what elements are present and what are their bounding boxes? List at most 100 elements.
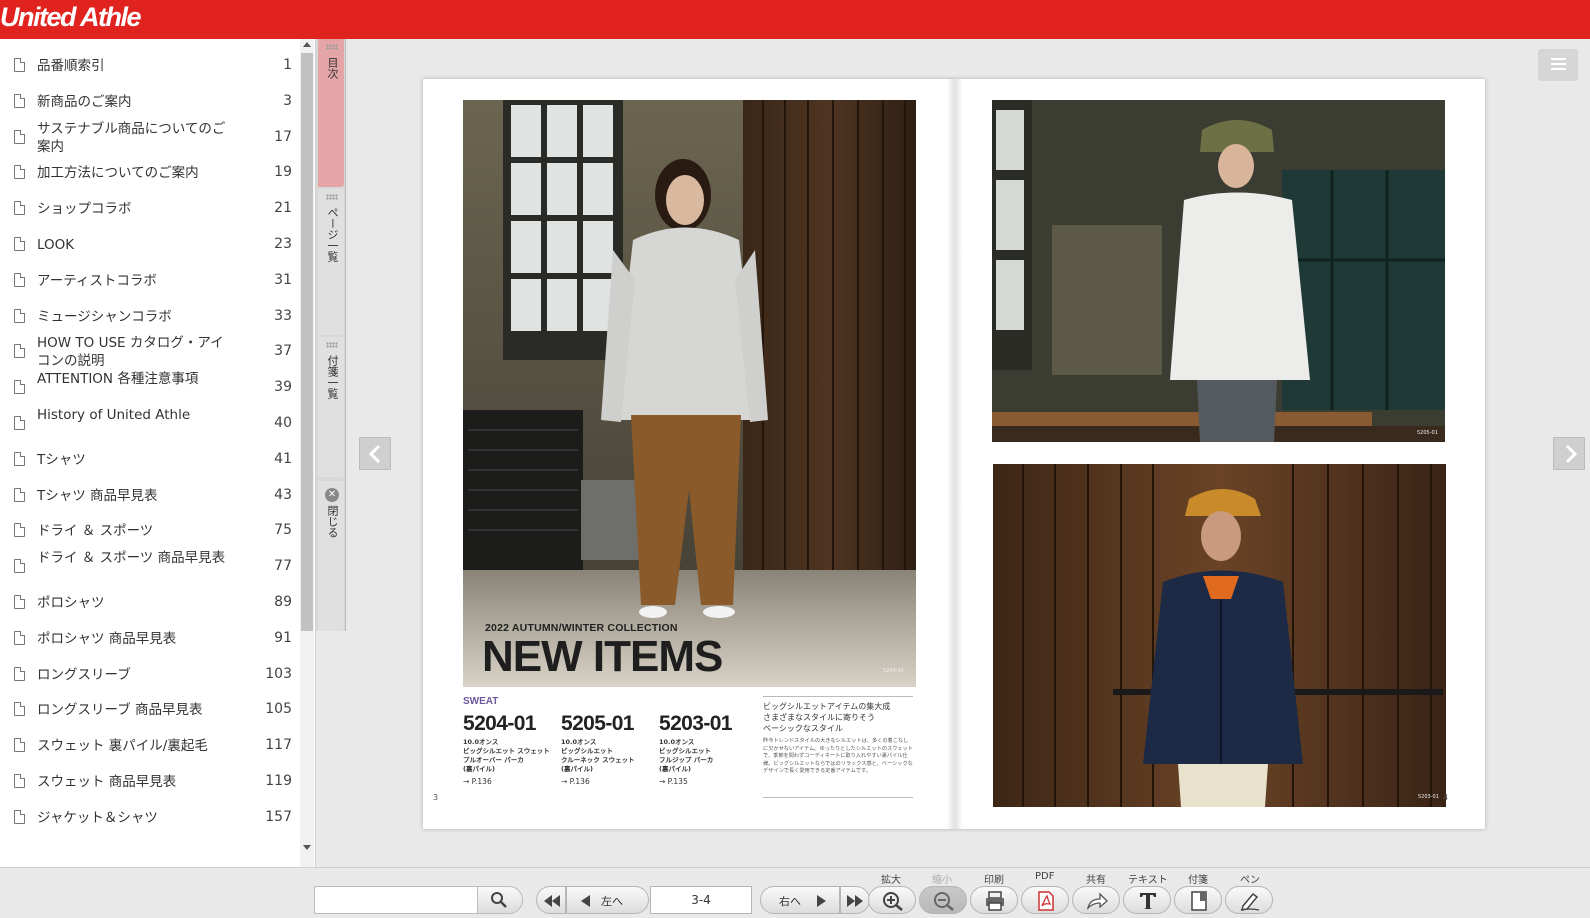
search-icon bbox=[491, 892, 507, 908]
toc-item[interactable]: ロングスリーブ 103 bbox=[0, 658, 300, 694]
toc-item-label: ロングスリーブ bbox=[37, 666, 131, 683]
scroll-up-icon[interactable] bbox=[303, 42, 311, 47]
zoom-out-label: 縮小 bbox=[932, 875, 952, 886]
toc-scrollbar[interactable] bbox=[300, 39, 314, 867]
scroll-thumb[interactable] bbox=[301, 53, 313, 631]
copy-box: ビッグシルエットアイテムの集大成 さまざまなスタイルに寄りそう ベーシックなスタ… bbox=[763, 696, 913, 798]
toc-item[interactable]: ロングスリーブ 商品早見表 105 bbox=[0, 693, 300, 729]
page-gutter bbox=[947, 79, 963, 829]
page-spread[interactable]: 2022 AUTUMN/WINTER COLLECTION NEW ITEMS … bbox=[423, 79, 1485, 829]
toc-item-label: ポロシャツ 商品早見表 bbox=[37, 630, 177, 647]
scroll-down-icon[interactable] bbox=[303, 845, 311, 850]
toc-item[interactable]: ドライ ＆ スポーツ 商品早見表 77 bbox=[0, 550, 300, 586]
product-page-ref[interactable]: → P.136 bbox=[561, 777, 659, 786]
share-arrow-icon bbox=[1086, 892, 1108, 911]
brand-logo[interactable]: United Athle bbox=[0, 2, 142, 33]
toc-item[interactable]: ポロシャツ 商品早見表 91 bbox=[0, 622, 300, 658]
document-icon bbox=[14, 308, 25, 323]
product-code: 5205-01 bbox=[561, 712, 634, 735]
search-input[interactable] bbox=[314, 886, 478, 914]
text-button[interactable] bbox=[1123, 886, 1171, 914]
toc-item[interactable]: ドライ ＆ スポーツ 75 bbox=[0, 514, 300, 550]
product-page-ref[interactable]: → P.136 bbox=[463, 777, 561, 786]
print-label: 印刷 bbox=[984, 875, 1004, 886]
zoom-in-button[interactable] bbox=[868, 886, 916, 914]
zoom-out-icon bbox=[934, 892, 954, 911]
toc-item[interactable]: ATTENTION 各種注意事項 39 bbox=[0, 371, 300, 407]
toc-item[interactable]: Tシャツ 41 bbox=[0, 443, 300, 479]
pdf-icon bbox=[1038, 891, 1054, 911]
toc-item[interactable]: ポロシャツ 89 bbox=[0, 586, 300, 622]
toc-item[interactable]: ジャケット＆シャツ 157 bbox=[0, 801, 300, 837]
toc-item[interactable]: ショップコラボ 21 bbox=[0, 192, 300, 228]
tab-close[interactable]: ✕ 閉じる bbox=[318, 481, 344, 631]
search-button[interactable] bbox=[477, 886, 523, 914]
toc-item[interactable]: スウェット 商品早見表 119 bbox=[0, 765, 300, 801]
toc-item[interactable]: ミュージシャンコラボ 33 bbox=[0, 300, 300, 336]
toc-item[interactable]: Tシャツ 商品早見表 43 bbox=[0, 479, 300, 515]
pen-button[interactable] bbox=[1225, 886, 1273, 914]
toc-item-page: 39 bbox=[274, 379, 292, 396]
product-description-line: ビッグシルエット bbox=[659, 747, 711, 755]
print-button[interactable] bbox=[970, 886, 1018, 914]
text-icon bbox=[1140, 893, 1156, 909]
next-page-button[interactable]: 右へ bbox=[760, 886, 840, 914]
sticky-note-icon bbox=[1191, 891, 1207, 911]
text-label: テキスト bbox=[1128, 875, 1168, 886]
toc-item-label: HOW TO USE カタログ・アイコンの説明 bbox=[37, 335, 224, 370]
photo-credit: 5203-01 bbox=[1418, 794, 1439, 800]
product-description-line: 10.0オンス bbox=[463, 738, 499, 746]
document-icon bbox=[14, 344, 25, 359]
toc-list: 品番順索引 1 新商品のご案内 3 サステナブル商品についてのご案内 17 加工方法について… bbox=[0, 49, 300, 837]
copy-heading-line: ベーシックなスタイル bbox=[763, 724, 843, 733]
menu-button[interactable] bbox=[1538, 49, 1578, 81]
tab-sticky-list[interactable]: 付箋一覧 bbox=[318, 337, 344, 477]
toc-item-label: スウェット 商品早見表 bbox=[37, 773, 177, 790]
document-icon bbox=[14, 415, 25, 430]
fast-forward-icon bbox=[847, 895, 863, 907]
zoom-in-label: 拡大 bbox=[881, 875, 901, 886]
toc-item[interactable]: LOOK 23 bbox=[0, 228, 300, 264]
product-description-line: 10.0オンス bbox=[561, 738, 597, 746]
last-page-button[interactable] bbox=[840, 886, 870, 914]
toc-item-label: 加工方法についてのご案内 bbox=[37, 165, 199, 182]
prev-page-button[interactable]: 左へ bbox=[566, 886, 649, 914]
toc-item[interactable]: スウェット 裏パイル/裏起毛 117 bbox=[0, 729, 300, 765]
toc-item-label: LOOK bbox=[37, 236, 75, 253]
toc-item[interactable]: アーティストコラボ 31 bbox=[0, 264, 300, 300]
document-icon bbox=[14, 702, 25, 717]
pdf-label: PDF bbox=[1035, 871, 1055, 882]
toc-item[interactable]: History of United Athle 40 bbox=[0, 407, 300, 443]
zip-hoodie-photo: 5203-01 bbox=[993, 464, 1446, 807]
toc-item[interactable]: 品番順索引 1 bbox=[0, 49, 300, 85]
close-icon: ✕ bbox=[325, 488, 339, 502]
zoom-out-button[interactable] bbox=[919, 886, 967, 914]
document-icon bbox=[14, 380, 25, 395]
document-icon bbox=[14, 594, 25, 609]
toc-item-label: ショップコラボ bbox=[37, 201, 132, 218]
first-page-button[interactable] bbox=[536, 886, 566, 914]
product-block: 5205-01 10.0オンス ビッグシルエット クルーネック スウェット (裏パイル)… bbox=[561, 712, 659, 786]
prev-page-arrow[interactable] bbox=[359, 437, 391, 470]
sticky-note-button[interactable] bbox=[1174, 886, 1222, 914]
toc-item[interactable]: 加工方法についてのご案内 19 bbox=[0, 156, 300, 192]
tab-toc[interactable]: 目次 bbox=[318, 39, 344, 187]
pen-icon bbox=[1240, 892, 1260, 911]
toc-item-label: Tシャツ 商品早見表 bbox=[37, 487, 158, 504]
tab-page-list[interactable]: ページ一覧 bbox=[318, 189, 344, 335]
toc-item-page: 23 bbox=[274, 235, 292, 252]
toc-item-page: 1 bbox=[283, 57, 292, 73]
toc-item[interactable]: 新商品のご案内 3 bbox=[0, 85, 300, 121]
page-number-input[interactable]: 3-4 bbox=[650, 886, 752, 914]
document-icon bbox=[14, 58, 25, 72]
share-button[interactable] bbox=[1072, 886, 1120, 914]
sweat-crew-photo: 5205-01 bbox=[992, 100, 1445, 442]
product-description-line: (裏パイル) bbox=[561, 765, 593, 773]
product-page-ref[interactable]: → P.135 bbox=[659, 777, 757, 786]
pdf-button[interactable] bbox=[1021, 886, 1069, 914]
copy-heading-line: ビッグシルエットアイテムの集大成 bbox=[763, 702, 891, 711]
toc-item[interactable]: サステナブル商品についてのご案内 17 bbox=[0, 121, 300, 157]
next-page-arrow[interactable] bbox=[1553, 437, 1585, 470]
product-block: 5204-01 10.0オンス ビッグシルエット スウェット プルオーバー パーカ (裏… bbox=[463, 712, 561, 786]
toc-item[interactable]: HOW TO USE カタログ・アイコンの説明 37 bbox=[0, 335, 300, 371]
